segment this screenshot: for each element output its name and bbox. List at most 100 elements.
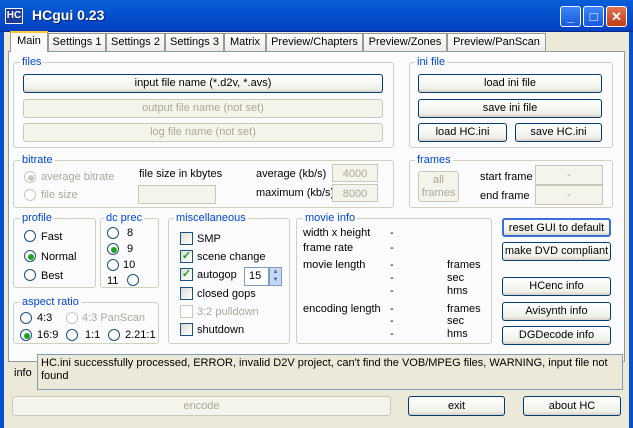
file-size-radio[interactable] bbox=[24, 189, 36, 201]
profile-normal-label: Normal bbox=[41, 251, 77, 263]
exit-button[interactable]: exit bbox=[408, 396, 505, 416]
spin-up-icon[interactable]: ▲ bbox=[273, 269, 279, 275]
movie-length-label: movie length bbox=[303, 259, 366, 271]
closed-gops-checkbox[interactable] bbox=[180, 287, 193, 300]
file-size-input[interactable] bbox=[138, 185, 216, 204]
save-hc-ini-button[interactable]: save HC.ini bbox=[515, 123, 602, 142]
movie-length-frames-unit: frames bbox=[447, 259, 481, 271]
aspect-2-21-radio[interactable] bbox=[108, 329, 120, 341]
width-height-value: - bbox=[390, 227, 394, 239]
profile-fast-label: Fast bbox=[41, 231, 63, 243]
tab-preview-chapters[interactable]: Preview/Chapters bbox=[266, 33, 363, 51]
tab-main[interactable]: Main bbox=[10, 31, 48, 52]
scene-change-checkbox[interactable]: ✓ bbox=[180, 250, 193, 263]
aspect-panscan-radio[interactable] bbox=[66, 312, 78, 324]
pulldown-label: 3:2 pulldown bbox=[197, 306, 259, 318]
hcenc-info-button[interactable]: HCenc info bbox=[502, 277, 611, 296]
shutdown-label: shutdown bbox=[197, 324, 245, 336]
autogop-spinner-input[interactable]: 15 bbox=[244, 267, 269, 286]
log-file-button[interactable]: log file name (not set) bbox=[23, 123, 383, 142]
aspect-2-21-label: 2.21:1 bbox=[125, 329, 156, 341]
aspect-16-9-radio[interactable] bbox=[20, 329, 32, 341]
spin-down-icon[interactable]: ▼ bbox=[273, 277, 279, 283]
movie-length-hms-value: - bbox=[390, 285, 394, 297]
movie-info-legend: movie info bbox=[303, 212, 358, 224]
tab-settings-1[interactable]: Settings 1 bbox=[48, 33, 106, 51]
dc-prec-8-label: 8 bbox=[127, 227, 134, 239]
dc-prec-10-label: 10 bbox=[123, 259, 136, 271]
input-file-button[interactable]: input file name (*.d2v, *.avs) bbox=[23, 74, 383, 93]
window-title: HCgui 0.23 bbox=[32, 7, 105, 23]
tab-settings-2[interactable]: Settings 2 bbox=[106, 33, 165, 51]
window-frame-left bbox=[0, 32, 4, 428]
maximum-kbs-label: maximum (kb/s) bbox=[256, 187, 335, 199]
window-frame-right bbox=[629, 32, 633, 428]
radio-dot bbox=[24, 333, 30, 339]
minimize-button[interactable]: _ bbox=[560, 6, 581, 27]
average-kbs-label: average (kb/s) bbox=[256, 168, 327, 180]
tab-preview-panscan[interactable]: Preview/PanScan bbox=[447, 33, 546, 51]
aspect-1-1-label: 1:1 bbox=[85, 329, 101, 341]
width-height-label: width x height bbox=[303, 227, 371, 239]
frame-rate-value: - bbox=[390, 242, 394, 254]
encoding-length-sec-value: - bbox=[390, 315, 394, 327]
close-button[interactable]: ✕ bbox=[606, 6, 627, 27]
autogop-checkbox[interactable]: ✓ bbox=[180, 268, 193, 281]
close-icon: ✕ bbox=[611, 9, 622, 24]
scene-change-label: scene change bbox=[197, 251, 266, 263]
profile-normal-radio[interactable] bbox=[24, 250, 36, 262]
end-frame-input[interactable]: - bbox=[535, 185, 603, 205]
start-frame-label: start frame bbox=[480, 171, 533, 183]
profile-best-label: Best bbox=[41, 270, 64, 282]
load-hc-ini-button[interactable]: load HC.ini bbox=[418, 123, 507, 142]
smp-checkbox[interactable] bbox=[180, 232, 193, 245]
movie-length-sec-value: - bbox=[390, 272, 394, 284]
movie-length-frames-value: - bbox=[390, 259, 394, 271]
save-ini-button[interactable]: save ini file bbox=[418, 99, 602, 118]
dgdecode-info-button[interactable]: DGDecode info bbox=[502, 326, 611, 345]
pulldown-checkbox[interactable] bbox=[180, 305, 193, 318]
encode-button[interactable]: encode bbox=[12, 396, 391, 416]
aspect-1-1-radio[interactable] bbox=[66, 329, 78, 341]
radio-dot bbox=[111, 247, 117, 253]
file-size-kbytes-label: file size in kbytes bbox=[139, 168, 223, 180]
radio-dot bbox=[28, 254, 34, 260]
smp-label: SMP bbox=[197, 233, 221, 245]
movie-length-sec-unit: sec bbox=[447, 272, 465, 284]
profile-best-radio[interactable] bbox=[24, 269, 36, 281]
aspect-4-3-label: 4:3 bbox=[37, 312, 53, 324]
tab-preview-zones[interactable]: Preview/Zones bbox=[363, 33, 447, 51]
maximum-kbs-input[interactable]: 8000 bbox=[332, 184, 378, 202]
average-bitrate-label: average bitrate bbox=[41, 171, 115, 183]
load-ini-button[interactable]: load ini file bbox=[418, 74, 602, 93]
shutdown-checkbox[interactable] bbox=[180, 323, 193, 336]
average-bitrate-radio[interactable] bbox=[24, 171, 36, 183]
tab-matrix[interactable]: Matrix bbox=[224, 33, 266, 51]
end-frame-label: end frame bbox=[480, 190, 530, 202]
output-file-button[interactable]: output file name (not set) bbox=[23, 99, 383, 118]
dc-prec-10-radio[interactable] bbox=[107, 259, 119, 271]
frames-legend: frames bbox=[415, 154, 453, 166]
aspect-ratio-legend: aspect ratio bbox=[20, 296, 81, 308]
frame-rate-label: frame rate bbox=[303, 242, 354, 254]
tab-settings-3[interactable]: Settings 3 bbox=[165, 33, 224, 51]
autogop-spinner-arrows[interactable]: ▲ ▼ bbox=[269, 267, 282, 286]
maximize-button[interactable]: □ bbox=[583, 6, 604, 27]
dc-prec-8-radio[interactable] bbox=[107, 227, 119, 239]
dc-prec-9-radio[interactable] bbox=[107, 243, 119, 255]
make-dvd-compliant-button[interactable]: make DVD compliant bbox=[502, 242, 611, 261]
about-hc-button[interactable]: about HC bbox=[523, 396, 621, 416]
encoding-length-hms-unit: hms bbox=[447, 328, 468, 340]
all-frames-button[interactable]: all frames bbox=[418, 171, 459, 202]
aspect-4-3-radio[interactable] bbox=[20, 312, 32, 324]
app-icon: HC bbox=[5, 8, 23, 24]
files-legend: files bbox=[20, 56, 44, 68]
start-frame-input[interactable]: - bbox=[535, 165, 603, 185]
avisynth-info-button[interactable]: Avisynth info bbox=[502, 302, 611, 321]
dc-prec-11-radio[interactable] bbox=[127, 274, 139, 286]
reset-gui-button[interactable]: reset GUI to default bbox=[502, 218, 611, 237]
profile-fast-radio[interactable] bbox=[24, 230, 36, 242]
average-kbs-input[interactable]: 4000 bbox=[332, 164, 378, 182]
miscellaneous-legend: miscellaneous bbox=[174, 212, 248, 224]
ini-file-legend: ini file bbox=[415, 56, 448, 68]
